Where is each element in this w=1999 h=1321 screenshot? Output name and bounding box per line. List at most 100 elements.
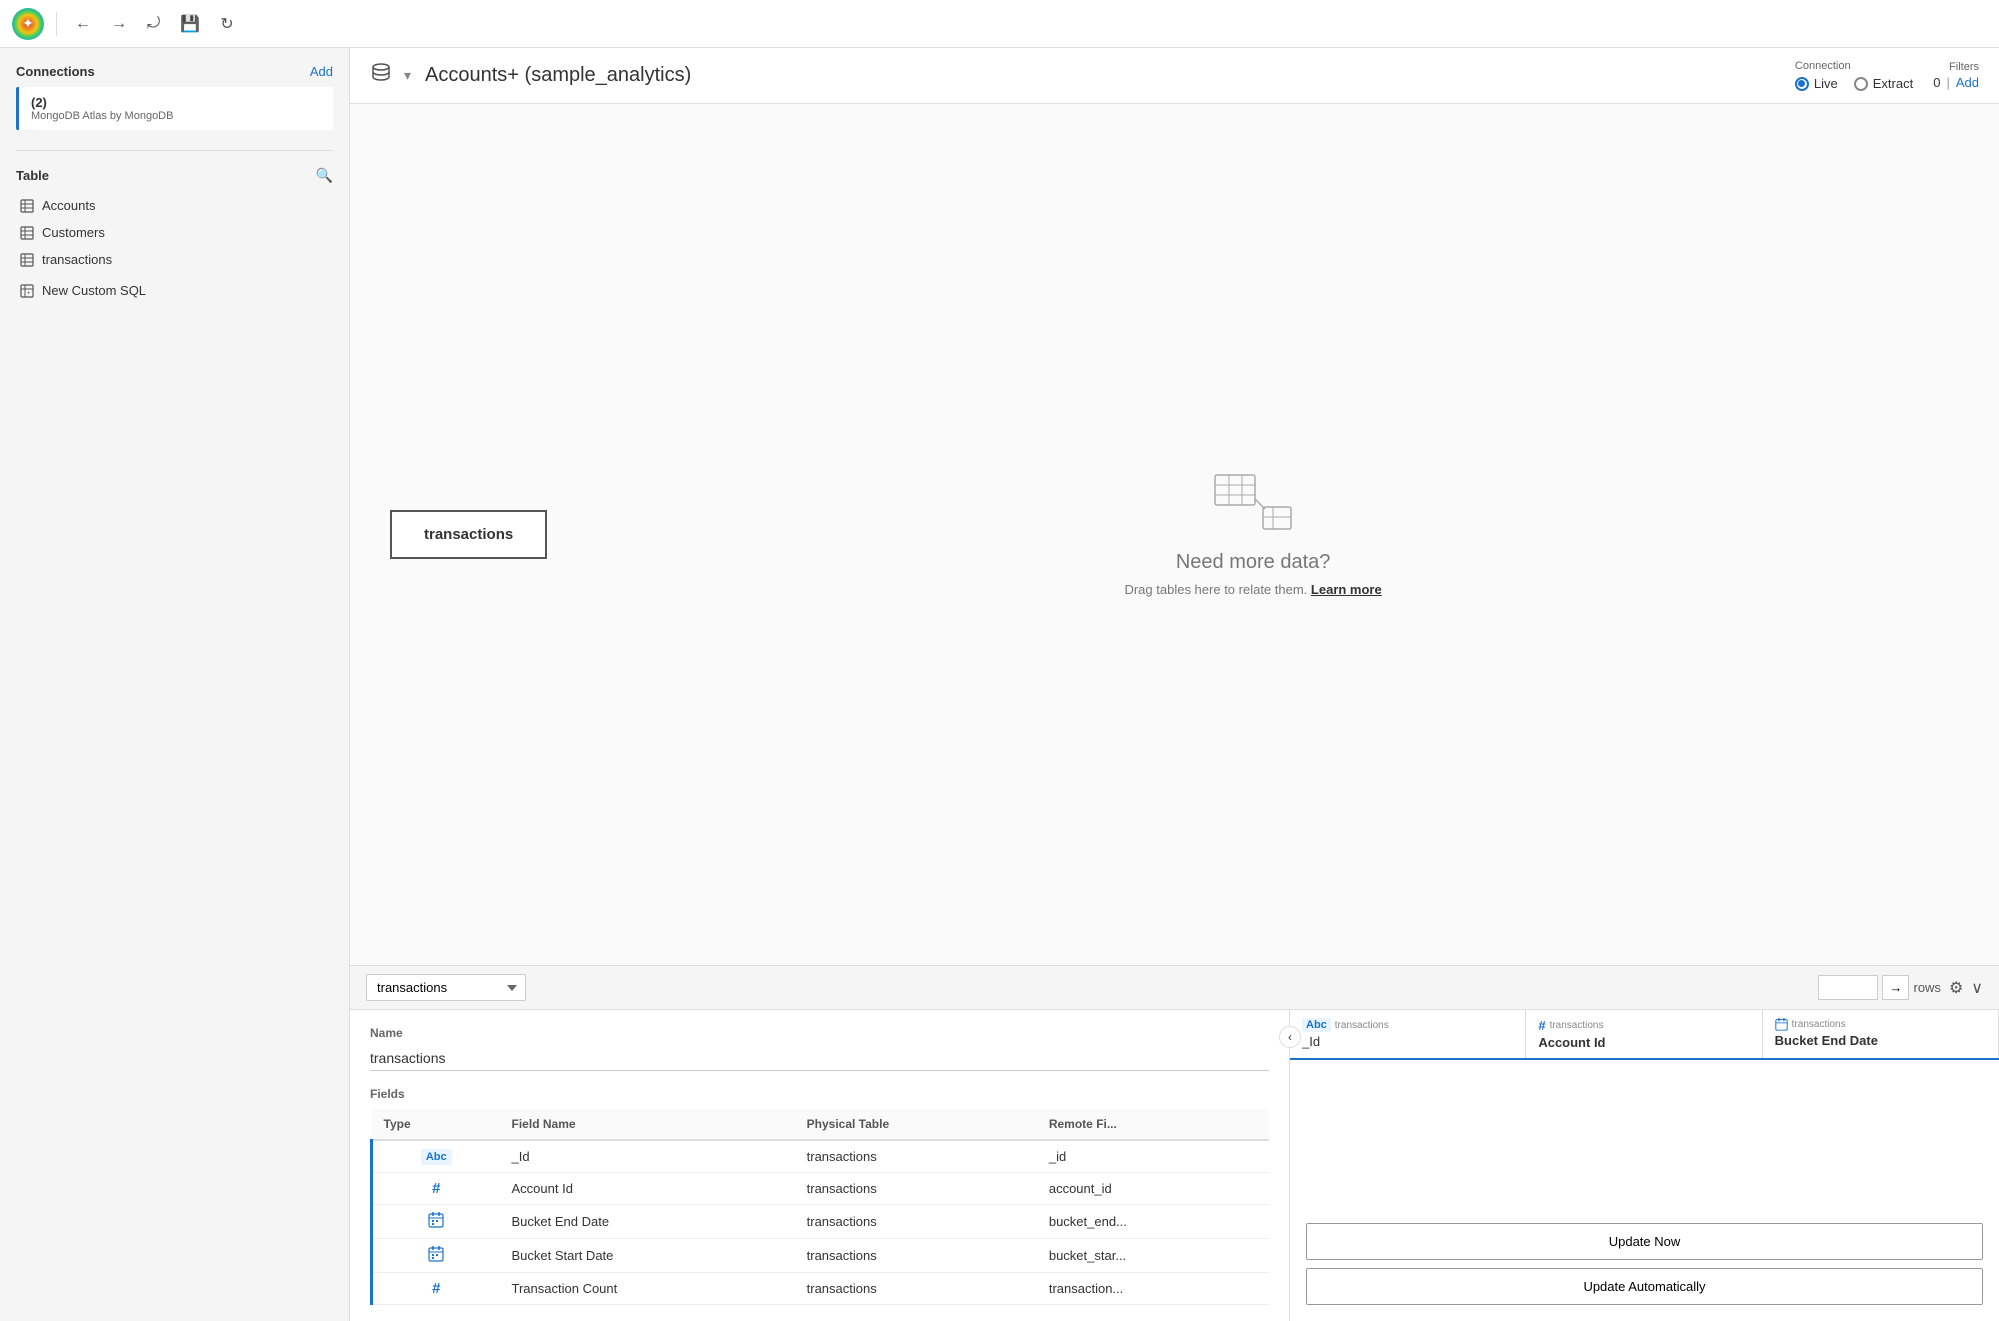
col-header-physical-table: Physical Table	[795, 1109, 1037, 1140]
update-automatically-button[interactable]: Update Automatically	[1306, 1268, 1983, 1305]
table-search-button[interactable]: 🔍	[316, 167, 333, 184]
forward-button[interactable]: →	[105, 11, 133, 37]
field-row[interactable]: Abc _Id transactions _id	[372, 1140, 1270, 1173]
need-more-title: Need more data?	[1176, 551, 1331, 574]
filters-row: 0 | Add	[1933, 75, 1979, 90]
sidebar-item-customers-label: Customers	[42, 225, 105, 240]
connection-label: Connection	[1795, 60, 1851, 72]
extract-radio-circle	[1854, 77, 1868, 91]
update-now-button[interactable]: Update Now	[1306, 1223, 1983, 1260]
fields-label: Fields	[370, 1087, 1269, 1101]
field-row[interactable]: Bucket End Date transactions bucket_end.…	[372, 1205, 1270, 1239]
db-tables-illustration	[1213, 473, 1293, 543]
history-button[interactable]: ⤾	[141, 11, 166, 37]
connections-header: Connections Add	[16, 64, 333, 79]
sidebar-item-custom-sql[interactable]: + New Custom SQL	[16, 277, 333, 304]
sidebar-item-transactions[interactable]: transactions	[16, 246, 333, 273]
field-type: #	[372, 1273, 500, 1305]
filters-count: 0	[1933, 75, 1940, 90]
toolbar-sep-1	[56, 12, 57, 36]
sidebar-item-transactions-label: transactions	[42, 252, 112, 267]
svg-text:+: +	[27, 291, 31, 297]
rows-input[interactable]	[1818, 975, 1878, 1000]
col-header-remote-fi: Remote Fi...	[1037, 1109, 1269, 1140]
field-remote-fi: bucket_star...	[1037, 1239, 1269, 1273]
canvas-area: transactions	[350, 104, 1999, 1321]
name-input[interactable]	[370, 1046, 1269, 1071]
refresh-button[interactable]: ↻	[214, 10, 239, 38]
field-row[interactable]: # Account Id transactions account_id	[372, 1173, 1270, 1205]
col-header-type: Type	[372, 1109, 500, 1140]
sidebar-item-accounts[interactable]: Accounts	[16, 192, 333, 219]
panel-collapse-button[interactable]: ‹	[1279, 1026, 1301, 1048]
field-physical-table: transactions	[795, 1239, 1037, 1273]
table-icon-transactions	[20, 253, 34, 267]
filters-group: Filters 0 | Add	[1933, 61, 1979, 90]
rows-label: rows	[1913, 980, 1940, 995]
table-section-title: Table	[16, 168, 49, 183]
left-panel: ‹ Name Fields Type	[350, 1010, 1290, 1321]
need-more-sub: Drag tables here to relate them. Learn m…	[1124, 582, 1381, 597]
back-button[interactable]: ←	[69, 11, 97, 37]
db-icon	[370, 62, 392, 90]
connections-section: Connections Add (2) MongoDB Atlas by Mon…	[0, 48, 349, 142]
field-remote-fi: bucket_end...	[1037, 1205, 1269, 1239]
field-type: #	[372, 1173, 500, 1205]
filters-label: Filters	[1949, 61, 1979, 73]
canvas-top: transactions	[350, 104, 1999, 965]
main-title: Accounts+ (sample_analytics)	[425, 64, 691, 87]
connection-group: Connection Live Extract	[1795, 60, 1913, 91]
field-remote-fi: account_id	[1037, 1173, 1269, 1205]
extract-radio[interactable]: Extract	[1854, 76, 1913, 91]
grid-toolbar: transactions → rows ⚙ ∨	[350, 966, 1999, 1010]
right-panel: Abc transactions _Id # transactions Acco…	[1290, 1010, 1999, 1321]
sidebar-item-customers[interactable]: Customers	[16, 219, 333, 246]
connection-item[interactable]: (2) MongoDB Atlas by MongoDB	[16, 87, 333, 130]
field-name: Bucket Start Date	[500, 1239, 795, 1273]
column-header-cell: transactions Bucket End Date	[1763, 1010, 1999, 1058]
header-right: Connection Live Extract Filters	[1795, 60, 1979, 91]
field-row[interactable]: Bucket Start Date transactions bucket_st…	[372, 1239, 1270, 1273]
filters-add[interactable]: Add	[1956, 75, 1979, 90]
update-buttons: Update Now Update Automatically	[1290, 1207, 1999, 1321]
field-row[interactable]: # Transaction Count transactions transac…	[372, 1273, 1270, 1305]
toolbar: ← → ⤾ 💾 ↻	[0, 0, 1999, 48]
extract-label: Extract	[1873, 76, 1913, 91]
live-radio[interactable]: Live	[1795, 76, 1838, 91]
table-select[interactable]: transactions	[366, 974, 526, 1001]
name-section: Name	[370, 1026, 1269, 1071]
learn-more-link[interactable]: Learn more	[1311, 582, 1382, 597]
field-type: Abc	[372, 1140, 500, 1173]
transactions-table-card[interactable]: transactions	[390, 510, 547, 559]
rows-input-group: → rows	[1818, 975, 1941, 1000]
grid-settings-button[interactable]: ⚙	[1949, 978, 1963, 998]
name-label: Name	[370, 1026, 1269, 1040]
fields-section: Name Fields Type Field Name Physical Tab…	[350, 1010, 1289, 1321]
app-logo	[12, 8, 44, 40]
table-header: Table 🔍	[16, 167, 333, 184]
field-name: _Id	[500, 1140, 795, 1173]
sidebar: Connections Add (2) MongoDB Atlas by Mon…	[0, 0, 350, 1321]
custom-sql-icon: +	[20, 284, 34, 298]
radio-group: Live Extract	[1795, 76, 1913, 91]
field-remote-fi: _id	[1037, 1140, 1269, 1173]
rows-arrow-button[interactable]: →	[1882, 975, 1909, 1000]
save-button[interactable]: 💾	[174, 10, 206, 38]
column-headers: Abc transactions _Id # transactions Acco…	[1290, 1010, 1999, 1060]
sidebar-divider	[16, 150, 333, 151]
column-header-cell: Abc transactions _Id	[1290, 1010, 1526, 1058]
custom-sql-label: New Custom SQL	[42, 283, 146, 298]
connection-num: (2)	[31, 95, 321, 110]
table-icon-customers	[20, 226, 34, 240]
field-remote-fi: transaction...	[1037, 1273, 1269, 1305]
field-physical-table: transactions	[795, 1173, 1037, 1205]
connections-add[interactable]: Add	[310, 64, 333, 79]
col-header-field-name: Field Name	[500, 1109, 795, 1140]
field-physical-table: transactions	[795, 1205, 1037, 1239]
connection-name: MongoDB Atlas by MongoDB	[31, 110, 321, 122]
need-more-data: Need more data? Drag tables here to rela…	[547, 473, 1959, 597]
connections-title: Connections	[16, 64, 95, 79]
table-icon-accounts	[20, 199, 34, 213]
field-name: Transaction Count	[500, 1273, 795, 1305]
grid-collapse-button[interactable]: ∨	[1971, 978, 1983, 998]
